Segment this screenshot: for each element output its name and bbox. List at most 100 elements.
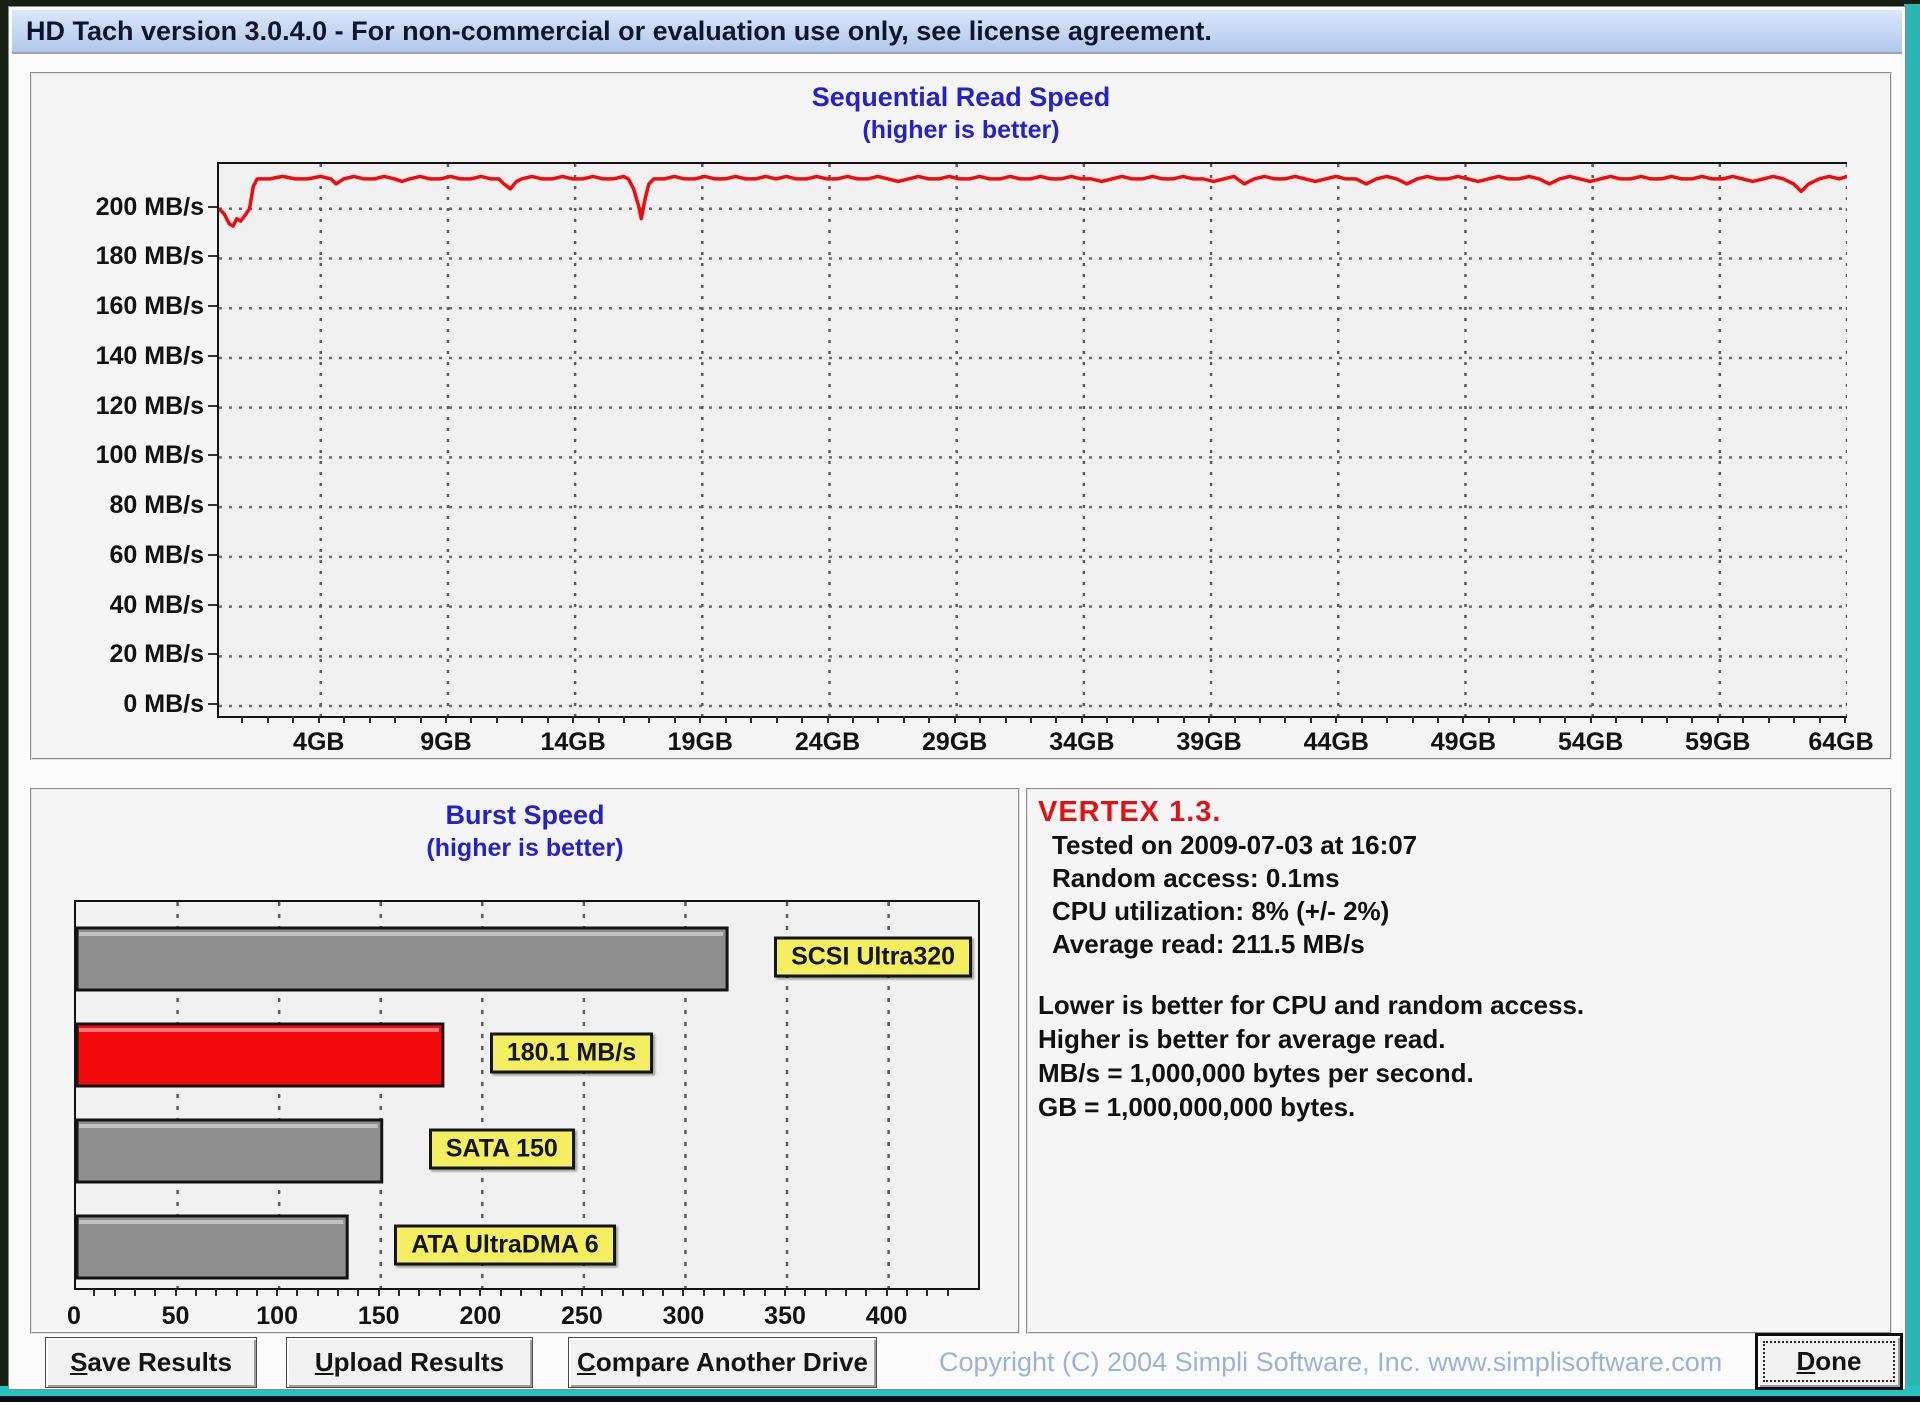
desktop-edge-right (1904, 4, 1920, 1398)
x-axis-minor-tick (1513, 716, 1516, 723)
upload-results-button[interactable]: Upload Results (286, 1337, 533, 1388)
x-axis-minor-tick (1335, 716, 1338, 723)
x-axis-minor-tick (521, 716, 524, 723)
x-axis-minor-tick (1487, 716, 1490, 723)
sequential-chart-title: Sequential Read Speed (811, 82, 1111, 112)
y-axis-label: 120 MB/s (95, 391, 204, 420)
x-axis-minor-tick (93, 1289, 96, 1296)
screen-edge (0, 1396, 1920, 1402)
x-axis-minor-tick (479, 1289, 482, 1296)
burst-chart-subtitle: (higher is better) (426, 834, 624, 862)
x-axis-minor-tick (826, 716, 829, 723)
y-axis-tick (208, 603, 217, 606)
drive-name: VERTEX 1.3. (1038, 796, 1222, 828)
x-axis-minor-tick (743, 1289, 746, 1296)
burst-speed-panel: Burst Speed (higher is better) 0 50 100 150… (30, 788, 1020, 1334)
x-axis-minor-tick (133, 1289, 136, 1296)
x-axis-label: 59GB (1685, 728, 1751, 756)
x-axis-minor-tick (865, 1289, 868, 1296)
x-axis-label: 24GB (794, 728, 861, 756)
done-button[interactable]: Done (1755, 1333, 1903, 1390)
x-axis-minor-tick (844, 1289, 847, 1296)
x-axis-minor-tick (1615, 716, 1618, 723)
y-axis-tick (208, 205, 217, 208)
x-axis-minor-tick (1818, 716, 1821, 723)
x-axis-label: 4GB (293, 728, 345, 756)
compare-another-drive-button[interactable]: Compare Another Drive (568, 1337, 877, 1388)
x-axis-minor-tick (1106, 716, 1109, 723)
legend-notes: Lower is better for CPU and random acces… (1038, 988, 1882, 1124)
save-results-button[interactable]: Save Results (45, 1337, 257, 1388)
x-axis-minor-tick (337, 1289, 340, 1296)
x-axis-minor-tick (255, 1289, 258, 1296)
x-axis-minor-tick (377, 1289, 380, 1296)
x-axis-minor-tick (1844, 716, 1846, 723)
x-axis-minor-tick (154, 1289, 157, 1296)
x-axis-minor-tick (1131, 716, 1134, 723)
y-axis-label: 80 MB/s (109, 491, 204, 520)
x-axis-minor-tick (1564, 716, 1567, 723)
test-result-lines: Tested on 2009-07-03 at 16:07 Random acce… (1038, 829, 1882, 961)
x-axis-minor-tick (113, 1289, 116, 1296)
y-axis-tick (208, 653, 217, 656)
x-axis-minor-tick (1386, 716, 1389, 723)
bar-label: ATA UltraDMA 6 (394, 1224, 616, 1266)
x-axis-minor-tick (540, 1289, 543, 1296)
y-axis-label: 140 MB/s (95, 341, 204, 370)
y-axis-label: 200 MB/s (95, 192, 204, 221)
y-axis-label: 20 MB/s (109, 640, 204, 669)
drive-info-panel: VERTEX 1.3. Tested on 2009-07-03 at 16:0… (1026, 788, 1892, 1334)
title-bar[interactable]: HD Tach version 3.0.4.0 - For non-commer… (12, 10, 1902, 54)
x-axis-minor-tick (1462, 716, 1465, 723)
x-axis-minor-tick (623, 716, 625, 723)
x-axis-label: 9GB (420, 728, 472, 756)
x-axis-label: 54GB (1557, 728, 1624, 756)
x-axis-minor-tick (1284, 716, 1287, 723)
x-axis-minor-tick (316, 1289, 319, 1296)
y-axis-label: 40 MB/s (109, 590, 204, 619)
x-axis-minor-tick (723, 1289, 726, 1296)
y-axis-label: 60 MB/s (109, 540, 204, 569)
y-axis-tick (208, 504, 217, 507)
x-axis-minor-tick (235, 1289, 238, 1296)
sequential-read-line-chart (219, 164, 1847, 716)
x-axis-minor-tick (763, 1289, 766, 1296)
x-axis-minor-tick (560, 1289, 563, 1296)
bar-label: 180.1 MB/s (489, 1032, 654, 1074)
x-axis-minor-tick (394, 716, 397, 723)
test-result-line: Tested on 2009-07-03 at 16:07 (1052, 830, 1418, 860)
x-axis-minor-tick (1538, 716, 1541, 723)
x-axis-label: 29GB (922, 728, 988, 756)
x-axis-minor-tick (1182, 716, 1185, 723)
x-axis-minor-tick (1157, 716, 1160, 723)
y-axis-label: 100 MB/s (95, 441, 204, 470)
x-axis-minor-tick (885, 1289, 888, 1296)
x-axis-minor-tick (546, 716, 549, 723)
copyright-text: Copyright (C) 2004 Simpli Software, Inc.… (939, 1347, 1723, 1377)
x-axis-minor-tick (292, 716, 295, 723)
x-axis-minor-tick (1360, 716, 1363, 723)
x-axis-minor-tick (1309, 716, 1312, 723)
x-axis-minor-tick (458, 1289, 461, 1296)
window-title: HD Tach version 3.0.4.0 - For non-commer… (26, 15, 1212, 46)
x-axis-label: 14GB (540, 728, 606, 756)
y-axis-tick (208, 404, 217, 407)
legend-note: GB = 1,000,000,000 bytes. (1038, 1092, 1356, 1122)
x-axis-minor-tick (296, 1289, 299, 1296)
x-axis-minor-tick (699, 716, 702, 723)
x-axis-minor-tick (682, 1289, 685, 1296)
x-axis-minor-tick (1589, 716, 1592, 723)
x-axis-minor-tick (1258, 716, 1261, 723)
x-axis-minor-tick (1411, 716, 1414, 723)
test-result-line: CPU utilization: 8% (+/- 2%) (1052, 896, 1390, 926)
x-axis-label: 39GB (1176, 728, 1242, 756)
x-axis-minor-tick (1691, 716, 1694, 723)
sequential-read-plot (217, 162, 1847, 718)
x-axis-minor-tick (1004, 716, 1007, 723)
x-axis-minor-tick (1640, 716, 1643, 723)
x-axis-minor-tick (601, 1289, 604, 1296)
x-axis-minor-tick (438, 1289, 441, 1296)
y-axis-label: 160 MB/s (95, 292, 204, 321)
legend-note: Lower is better for CPU and random acces… (1038, 990, 1585, 1020)
x-axis-minor-tick (641, 1289, 644, 1296)
